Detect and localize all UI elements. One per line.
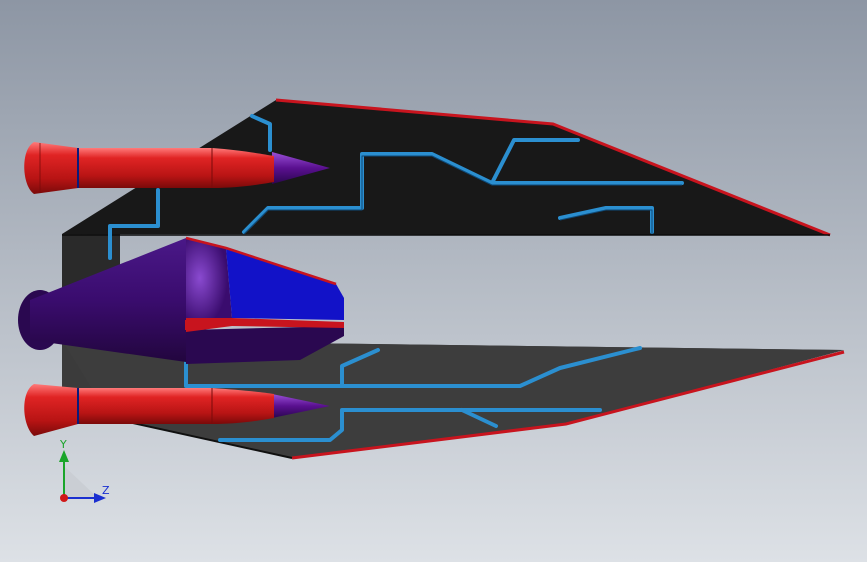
model-scene[interactable] [0,0,867,562]
triad-z-label: Z [102,484,110,497]
upper-pod-body [78,148,274,188]
upper-pod-cap [24,142,78,194]
triad-y-label: Y [59,438,67,451]
triad-x-axis-dot [60,494,68,502]
triad-y-arrow [59,450,69,462]
graphics-viewport[interactable]: Y Z [0,0,867,562]
lower-pod-body [78,388,274,424]
body-front-block [186,238,232,318]
triad-plane [64,466,98,498]
orientation-triad: Y Z [59,438,110,503]
